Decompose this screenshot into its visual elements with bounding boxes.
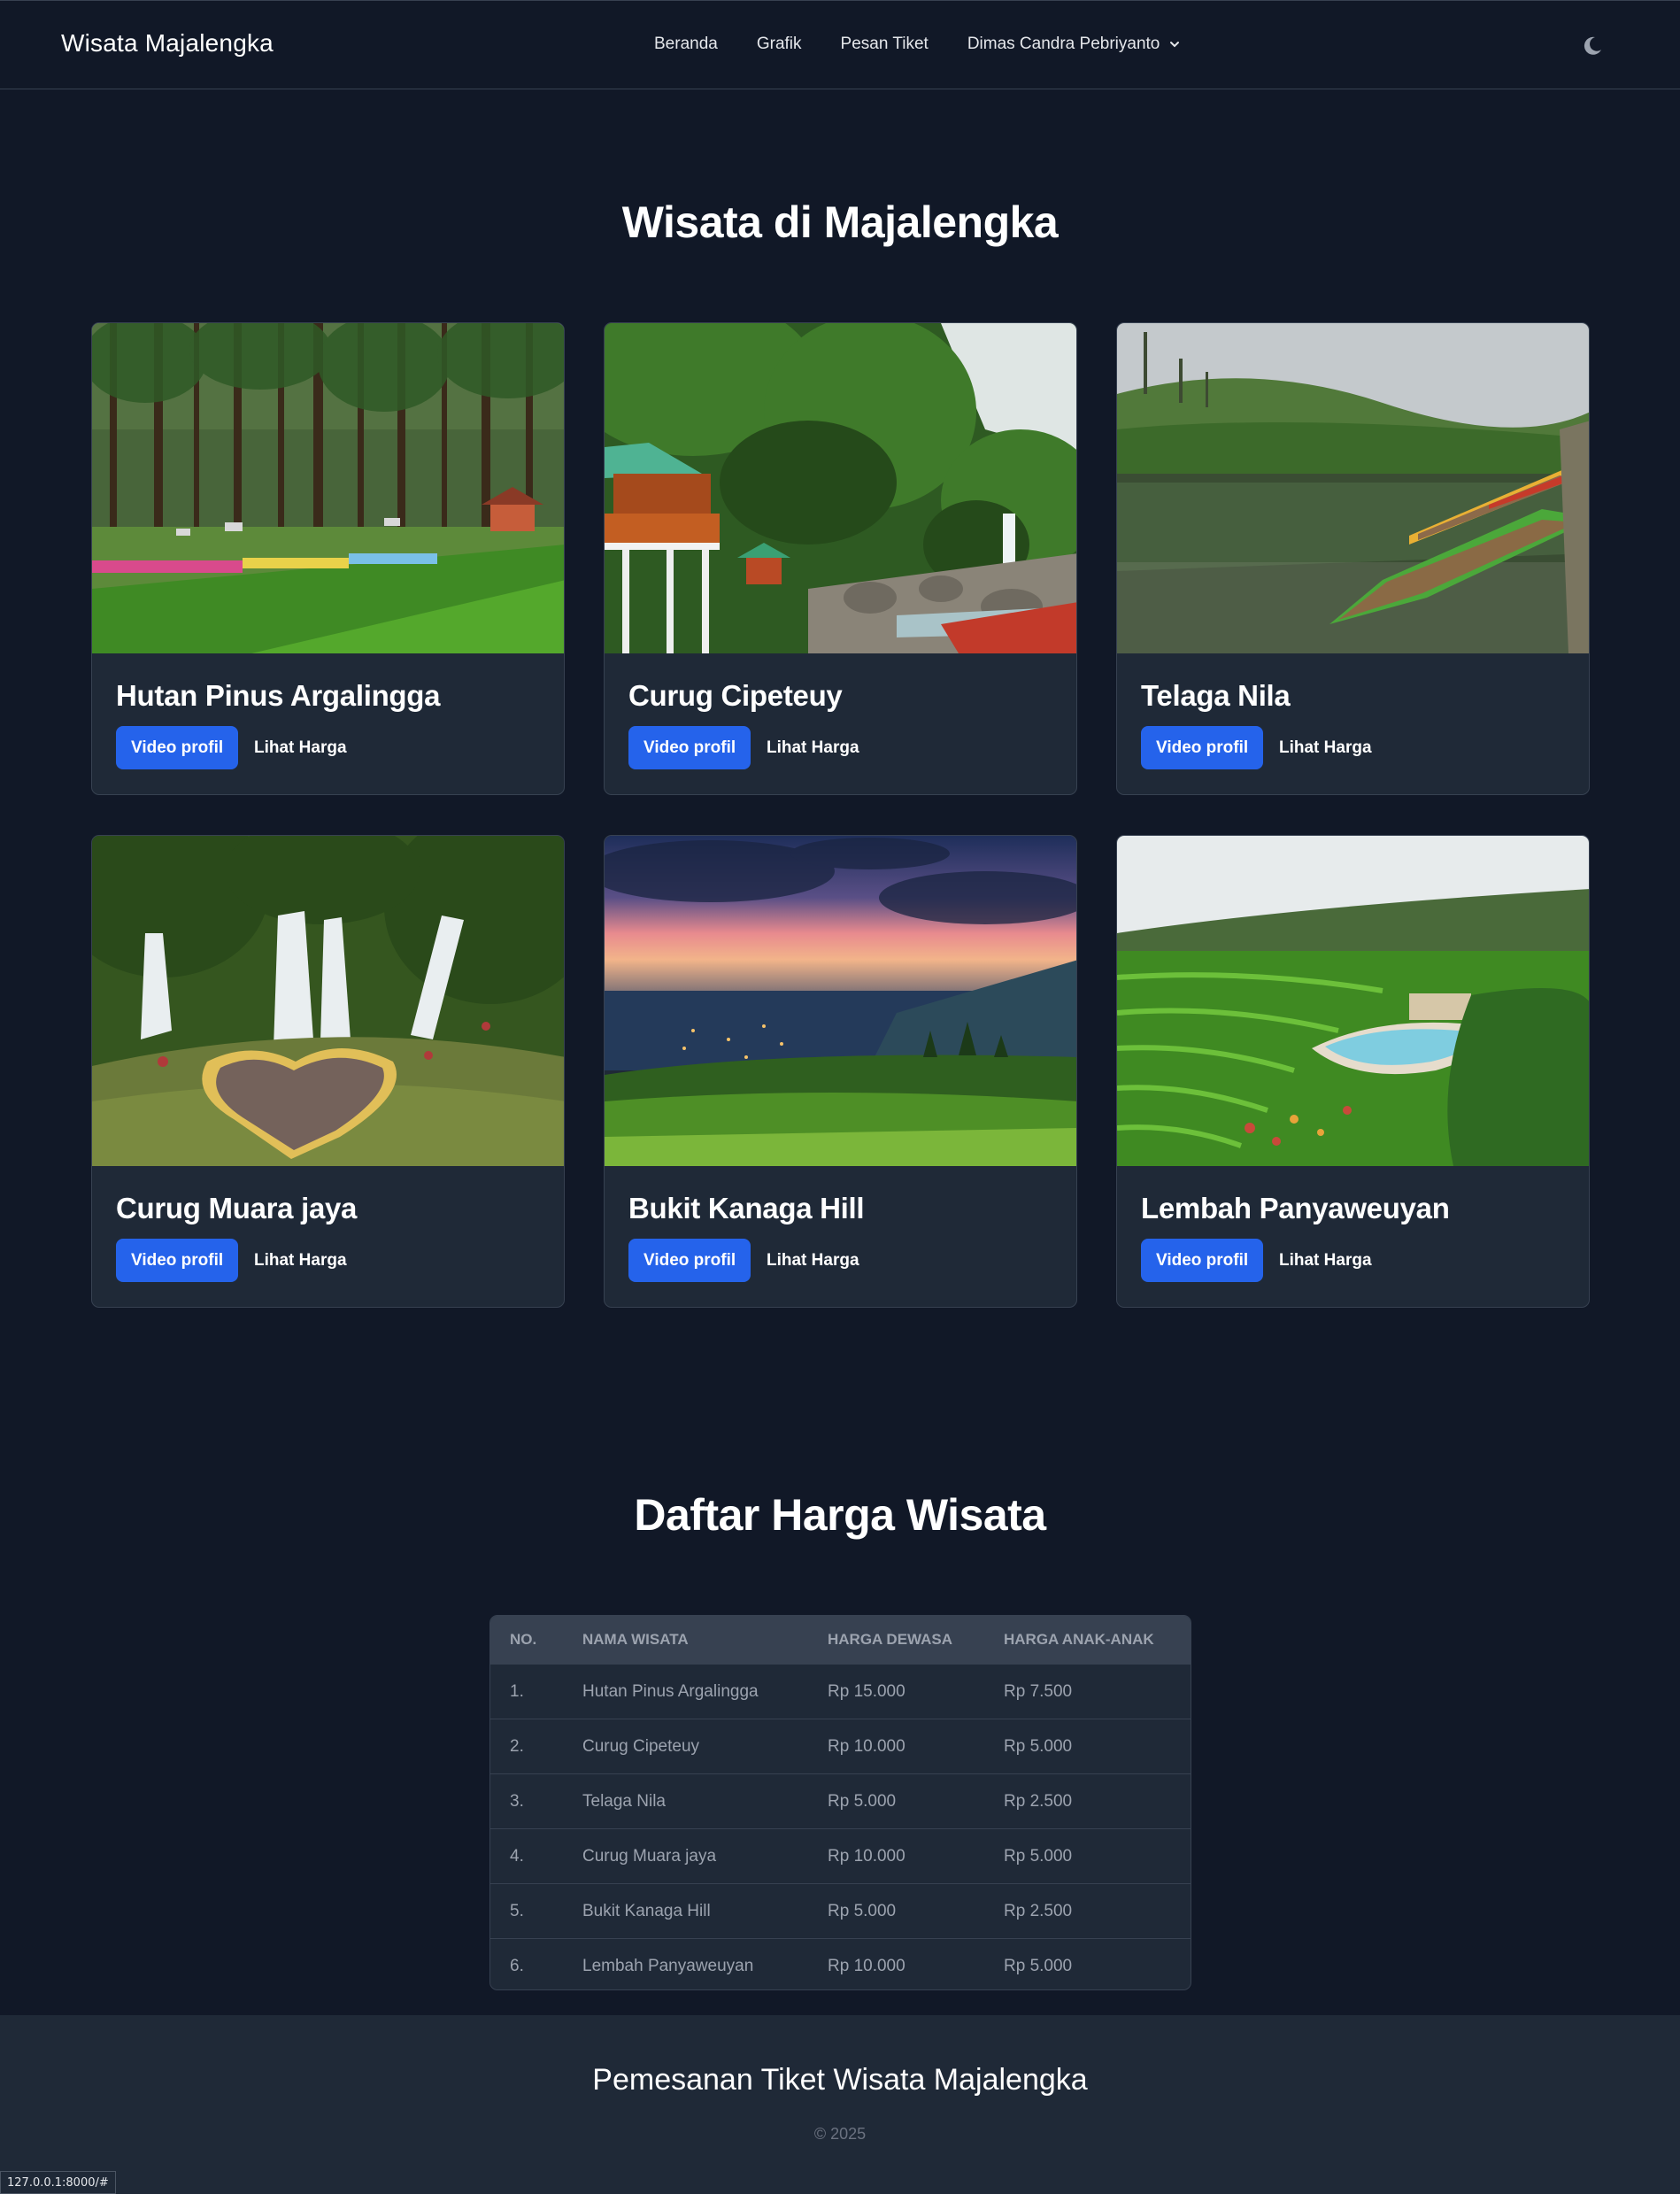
cell-adult-price: Rp 5.000 bbox=[828, 1901, 897, 1920]
cell-no: 3. bbox=[510, 1791, 524, 1811]
navbar: Wisata Majalengka Beranda Grafik Pesan T… bbox=[0, 0, 1680, 89]
attraction-card: Telaga Nila Video profil Lihat Harga bbox=[1116, 322, 1590, 795]
cell-adult-price: Rp 10.000 bbox=[828, 1846, 906, 1866]
table-row: 4. Curug Muara jaya Rp 10.000 Rp 5.000 bbox=[490, 1828, 1191, 1883]
cell-adult-price: Rp 5.000 bbox=[828, 1791, 897, 1811]
footer: Pemesanan Tiket Wisata Majalengka © 2025 bbox=[0, 2015, 1680, 2194]
nav-link-pesan-tiket[interactable]: Pesan Tiket bbox=[841, 35, 929, 54]
video-profile-button[interactable]: Video profil bbox=[1141, 1239, 1264, 1282]
brand-logo[interactable]: Wisata Majalengka bbox=[61, 29, 274, 58]
lake-boats-photo bbox=[1117, 323, 1589, 653]
cell-no: 6. bbox=[510, 1956, 524, 1975]
price-table: NO. NAMA WISATA HARGA DEWASA HARGA ANAK-… bbox=[489, 1615, 1191, 1990]
video-profile-button[interactable]: Video profil bbox=[1141, 726, 1264, 769]
view-price-link[interactable]: Lihat Harga bbox=[767, 726, 859, 769]
chevron-down-icon bbox=[1170, 42, 1180, 48]
attraction-card: Lembah Panyaweuyan Video profil Lihat Ha… bbox=[1116, 835, 1590, 1308]
footer-copyright: © 2025 bbox=[813, 2125, 867, 2143]
user-menu-dropdown[interactable]: Dimas Candra Pebriyanto bbox=[967, 35, 1182, 54]
video-profile-button[interactable]: Video profil bbox=[628, 1239, 751, 1282]
cell-name: Lembah Panyaweuyan bbox=[582, 1956, 754, 1975]
pine-forest-photo bbox=[92, 323, 564, 653]
attraction-name: Telaga Nila bbox=[1141, 679, 1291, 712]
column-header-child-price: HARGA ANAK-ANAK bbox=[1004, 1631, 1154, 1648]
nav-link-grafik[interactable]: Grafik bbox=[757, 35, 802, 54]
nav-links: Beranda Grafik Pesan Tiket Dimas Candra … bbox=[654, 35, 1181, 54]
waterfall-heart-photo bbox=[92, 836, 564, 1166]
nav-link-beranda[interactable]: Beranda bbox=[654, 35, 718, 54]
cell-child-price: Rp 5.000 bbox=[1004, 1736, 1073, 1756]
video-profile-button[interactable]: Video profil bbox=[628, 726, 751, 769]
attraction-name: Hutan Pinus Argalingga bbox=[116, 679, 441, 712]
table-header: NO. NAMA WISATA HARGA DEWASA HARGA ANAK-… bbox=[490, 1616, 1191, 1664]
cell-child-price: Rp 5.000 bbox=[1004, 1846, 1073, 1866]
view-price-link[interactable]: Lihat Harga bbox=[1279, 726, 1372, 769]
attraction-card: Bukit Kanaga Hill Video profil Lihat Har… bbox=[604, 835, 1077, 1308]
view-price-link[interactable]: Lihat Harga bbox=[254, 1239, 347, 1282]
view-price-link[interactable]: Lihat Harga bbox=[1279, 1239, 1372, 1282]
column-header-adult-price: HARGA DEWASA bbox=[828, 1631, 953, 1648]
cell-name: Bukit Kanaga Hill bbox=[582, 1901, 711, 1920]
attraction-name: Curug Cipeteuy bbox=[628, 679, 843, 712]
cell-no: 1. bbox=[510, 1681, 524, 1701]
browser-status-url: 127.0.0.1:8000/# bbox=[0, 2171, 116, 2194]
attraction-card: Curug Cipeteuy Video profil Lihat Harga bbox=[604, 322, 1077, 795]
video-profile-button[interactable]: Video profil bbox=[116, 1239, 239, 1282]
cell-child-price: Rp 2.500 bbox=[1004, 1901, 1073, 1920]
price-list-title: Daftar Harga Wisata bbox=[634, 1490, 1046, 1540]
waterfall-cabin-photo bbox=[605, 323, 1076, 653]
table-row: 6. Lembah Panyaweuyan Rp 10.000 Rp 5.000 bbox=[490, 1938, 1191, 1989]
cell-child-price: Rp 7.500 bbox=[1004, 1681, 1073, 1701]
hill-sunset-photo bbox=[605, 836, 1076, 1166]
cell-adult-price: Rp 10.000 bbox=[828, 1956, 906, 1975]
view-price-link[interactable]: Lihat Harga bbox=[767, 1239, 859, 1282]
column-header-name: NAMA WISATA bbox=[582, 1631, 689, 1648]
table-row: 3. Telaga Nila Rp 5.000 Rp 2.500 bbox=[490, 1773, 1191, 1828]
attraction-name: Bukit Kanaga Hill bbox=[628, 1192, 865, 1224]
attraction-name: Curug Muara jaya bbox=[116, 1192, 358, 1224]
footer-title: Pemesanan Tiket Wisata Majalengka bbox=[592, 2063, 1088, 2097]
rice-terrace-pool-photo bbox=[1117, 836, 1589, 1166]
cell-child-price: Rp 2.500 bbox=[1004, 1791, 1073, 1811]
cell-name: Hutan Pinus Argalingga bbox=[582, 1681, 759, 1701]
view-price-link[interactable]: Lihat Harga bbox=[254, 726, 347, 769]
cell-child-price: Rp 5.000 bbox=[1004, 1956, 1073, 1975]
attractions-title: Wisata di Majalengka bbox=[621, 197, 1059, 247]
video-profile-button[interactable]: Video profil bbox=[116, 726, 239, 769]
table-row: 1. Hutan Pinus Argalingga Rp 15.000 Rp 7… bbox=[490, 1664, 1191, 1719]
column-header-no: NO. bbox=[510, 1631, 537, 1648]
cell-name: Telaga Nila bbox=[582, 1791, 666, 1811]
cell-name: Curug Cipeteuy bbox=[582, 1736, 700, 1756]
cell-no: 2. bbox=[510, 1736, 524, 1756]
table-row: 2. Curug Cipeteuy Rp 10.000 Rp 5.000 bbox=[490, 1719, 1191, 1773]
attraction-card: Curug Muara jaya Video profil Lihat Harg… bbox=[91, 835, 565, 1308]
cell-adult-price: Rp 10.000 bbox=[828, 1736, 906, 1756]
cell-no: 5. bbox=[510, 1901, 524, 1920]
cell-name: Curug Muara jaya bbox=[582, 1846, 717, 1866]
attraction-name: Lembah Panyaweuyan bbox=[1141, 1192, 1450, 1224]
attraction-card: Hutan Pinus Argalingga Video profil Liha… bbox=[91, 322, 565, 795]
table-row: 5. Bukit Kanaga Hill Rp 5.000 Rp 2.500 bbox=[490, 1883, 1191, 1938]
cell-adult-price: Rp 15.000 bbox=[828, 1681, 906, 1701]
cell-no: 4. bbox=[510, 1846, 524, 1866]
user-name: Dimas Candra Pebriyanto bbox=[967, 35, 1160, 53]
moon-icon[interactable] bbox=[1581, 35, 1604, 58]
